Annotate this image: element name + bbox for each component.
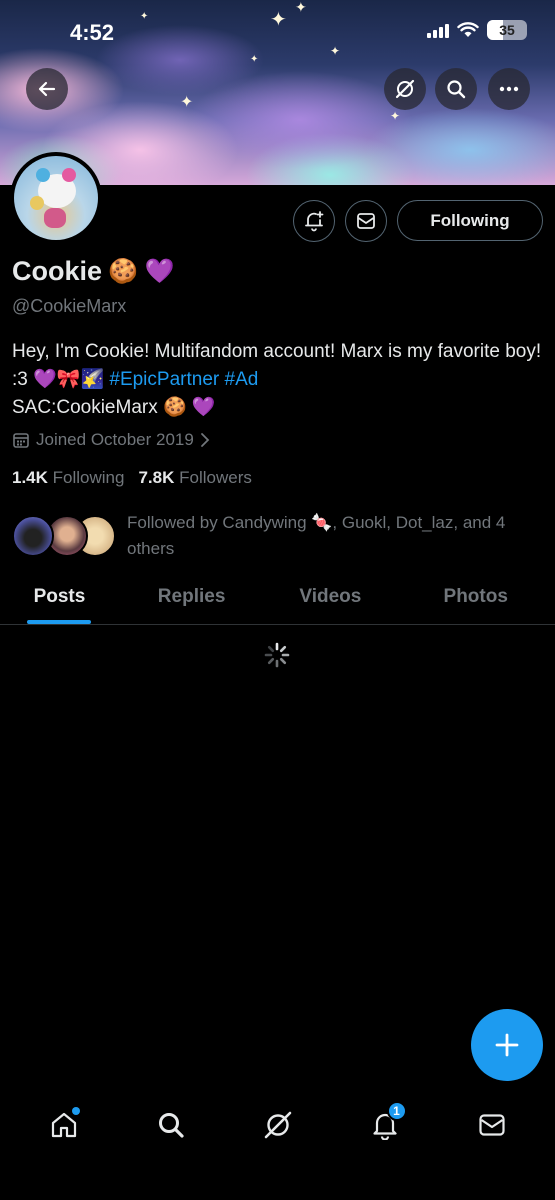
grok-button[interactable] (384, 68, 426, 110)
followers-count: 7.8K (138, 468, 175, 487)
message-button[interactable] (345, 200, 387, 242)
mail-icon (357, 213, 375, 229)
notification-bell-plus-icon (305, 211, 324, 232)
hashtag-ad[interactable]: #Ad (225, 369, 259, 390)
notification-badge: 1 (386, 1101, 407, 1121)
nav-notifications[interactable]: 1 (357, 1097, 413, 1153)
more-icon (499, 86, 519, 92)
search-button[interactable] (435, 68, 477, 110)
bottom-nav: 1 (0, 1095, 555, 1155)
followers-link[interactable]: 7.8K Followers (138, 468, 251, 488)
following-link[interactable]: 1.4K Following (12, 468, 124, 488)
display-name-row: Cookie 🍪 💜 (12, 256, 174, 287)
search-nav-icon (158, 1113, 184, 1138)
status-icons: 35 (427, 20, 527, 40)
chevron-right-icon (200, 433, 210, 447)
status-time: 4:52 (70, 20, 115, 45)
grok-icon (395, 79, 415, 99)
followed-by-text: Followed by Candywing 🍬, Guokl, Dot_laz,… (127, 513, 506, 558)
tab-posts[interactable]: Posts (0, 570, 119, 624)
follower-avatar (12, 515, 54, 557)
back-button[interactable] (26, 68, 68, 110)
nav-search[interactable] (143, 1097, 199, 1153)
spinner-icon (264, 642, 290, 668)
followed-by-row[interactable]: Followed by Candywing 🍬, Guokl, Dot_laz,… (12, 510, 552, 562)
signal-icon (427, 22, 449, 38)
plus-icon (495, 1033, 519, 1057)
tab-videos[interactable]: Videos (264, 570, 396, 624)
nav-grok[interactable] (250, 1097, 306, 1153)
avatar[interactable] (10, 152, 102, 244)
bio-line-2: SAC:CookieMarx 🍪 💜 (12, 397, 216, 418)
battery-icon: 35 (487, 20, 527, 40)
tab-replies[interactable]: Replies (119, 570, 264, 624)
hashtag-epicpartner[interactable]: #EpicPartner (109, 369, 219, 390)
joined-date[interactable]: Joined October 2019 (12, 430, 210, 450)
wifi-icon (457, 22, 479, 37)
display-name: Cookie (12, 256, 103, 286)
following-label: Following (52, 468, 125, 487)
avatar-image (14, 156, 98, 240)
following-count: 1.4K (12, 468, 48, 487)
bio-text: Hey, I'm Cookie! Multifandom account! Ma… (12, 341, 542, 390)
mail-nav-icon (478, 1114, 505, 1136)
battery-level: 35 (499, 22, 515, 38)
home-unread-dot (71, 1107, 80, 1115)
compose-button[interactable] (471, 1009, 543, 1081)
grok-nav-icon (264, 1111, 291, 1139)
search-icon (447, 80, 466, 99)
more-button[interactable] (488, 68, 530, 110)
nav-home[interactable] (36, 1097, 92, 1153)
calendar-icon (13, 433, 29, 448)
name-emojis: 🍪 💜 (108, 258, 175, 285)
profile-tabs: Posts Replies Videos Photos (0, 570, 555, 625)
followers-label: Followers (179, 468, 252, 487)
nav-messages[interactable] (464, 1097, 520, 1153)
bio: Hey, I'm Cookie! Multifandom account! Ma… (12, 338, 542, 422)
joined-text: Joined October 2019 (36, 430, 194, 449)
back-arrow-icon (38, 81, 56, 97)
notify-button[interactable] (293, 200, 335, 242)
username: @CookieMarx (12, 296, 127, 316)
following-button[interactable]: Following (397, 200, 543, 241)
tab-photos[interactable]: Photos (396, 570, 555, 624)
follow-stats: 1.4K Following 7.8K Followers (12, 468, 252, 488)
